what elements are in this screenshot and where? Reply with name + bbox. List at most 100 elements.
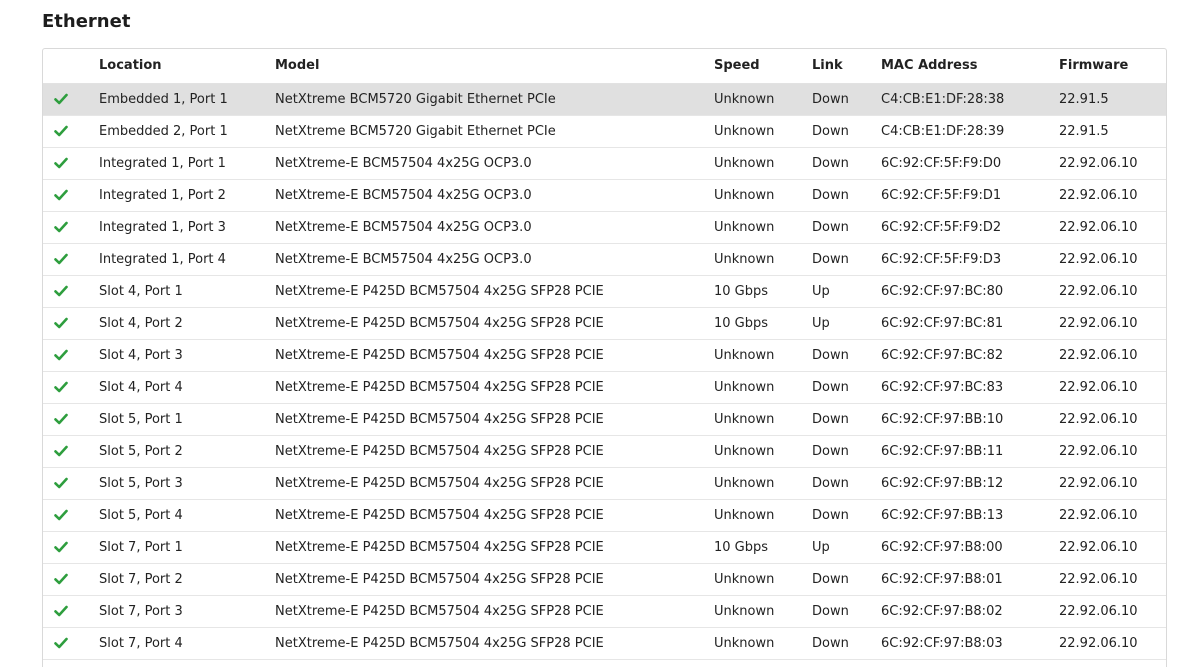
location-cell: Slot 7, Port 1 (99, 539, 183, 555)
link-cell: Down (812, 187, 849, 203)
table-row[interactable]: Embedded 2, Port 1 NetXtreme BCM5720 Giga… (43, 115, 1166, 147)
table-row[interactable]: Slot 7, Port 4 NetXtreme-E P425D BCM57504… (43, 627, 1166, 659)
header-model[interactable]: Model (275, 49, 714, 84)
location-cell: Slot 5, Port 2 (99, 443, 183, 459)
table-row[interactable]: Slot 5, Port 1 NetXtreme-E P425D BCM57504… (43, 403, 1166, 435)
link-cell: Down (812, 475, 849, 491)
mac-address-cell: 6C:92:CF:97:B8:02 (881, 603, 1003, 619)
speed-cell: Unknown (714, 187, 775, 203)
mac-address-cell: 6C:92:CF:5F:F9:D3 (881, 251, 1002, 267)
firmware-cell: 22.92.06.10 (1059, 539, 1138, 555)
check-icon (54, 156, 68, 170)
check-icon (54, 636, 68, 650)
check-icon (54, 220, 68, 234)
table-row[interactable]: Integrated 1, Port 2 NetXtreme-E BCM57504… (43, 179, 1166, 211)
location-cell: Integrated 1, Port 1 (99, 155, 226, 171)
header-speed[interactable]: Speed (714, 49, 812, 84)
firmware-cell: 22.92.06.10 (1059, 507, 1138, 523)
model-cell: NetXtreme-E P425D BCM57504 4x25G SFP28 P… (275, 379, 604, 395)
link-cell: Down (812, 123, 849, 139)
ethernet-table: Location Model Speed Link MAC Address Fi… (43, 49, 1166, 660)
table-row[interactable]: Slot 7, Port 2 NetXtreme-E P425D BCM57504… (43, 563, 1166, 595)
table-row[interactable]: Slot 5, Port 4 NetXtreme-E P425D BCM57504… (43, 499, 1166, 531)
status-cell (43, 147, 99, 179)
mac-address-cell: 6C:92:CF:97:BB:13 (881, 507, 1004, 523)
speed-cell: Unknown (714, 347, 775, 363)
table-header: Location Model Speed Link MAC Address Fi… (43, 49, 1166, 84)
firmware-cell: 22.92.06.10 (1059, 571, 1138, 587)
firmware-cell: 22.92.06.10 (1059, 379, 1138, 395)
check-icon (54, 284, 68, 298)
link-cell: Down (812, 251, 849, 267)
speed-cell: Unknown (714, 91, 775, 107)
link-cell: Down (812, 635, 849, 651)
header-status (43, 49, 99, 84)
location-cell: Slot 7, Port 2 (99, 571, 183, 587)
speed-cell: Unknown (714, 411, 775, 427)
location-cell: Slot 5, Port 4 (99, 507, 183, 523)
location-cell: Embedded 1, Port 1 (99, 91, 228, 107)
model-cell: NetXtreme-E P425D BCM57504 4x25G SFP28 P… (275, 507, 604, 523)
table-row[interactable]: Integrated 1, Port 3 NetXtreme-E BCM57504… (43, 211, 1166, 243)
table-row[interactable]: Slot 7, Port 1 NetXtreme-E P425D BCM57504… (43, 531, 1166, 563)
table-row[interactable]: Slot 7, Port 3 NetXtreme-E P425D BCM57504… (43, 595, 1166, 627)
model-cell: NetXtreme-E P425D BCM57504 4x25G SFP28 P… (275, 443, 604, 459)
ethernet-page: Ethernet Location Model Speed Link MAC A… (0, 0, 1191, 667)
status-cell (43, 627, 99, 659)
header-mac[interactable]: MAC Address (881, 49, 1059, 84)
status-cell (43, 243, 99, 275)
location-cell: Slot 7, Port 3 (99, 603, 183, 619)
location-cell: Integrated 1, Port 3 (99, 219, 226, 235)
speed-cell: 10 Gbps (714, 539, 769, 555)
mac-address-cell: C4:CB:E1:DF:28:38 (881, 91, 1005, 107)
table-row[interactable]: Slot 4, Port 2 NetXtreme-E P425D BCM57504… (43, 307, 1166, 339)
table-row[interactable]: Integrated 1, Port 4 NetXtreme-E BCM57504… (43, 243, 1166, 275)
speed-cell: Unknown (714, 379, 775, 395)
firmware-cell: 22.92.06.10 (1059, 155, 1138, 171)
section-title: Ethernet (42, 11, 131, 32)
check-icon (54, 572, 68, 586)
firmware-cell: 22.92.06.10 (1059, 443, 1138, 459)
model-cell: NetXtreme-E P425D BCM57504 4x25G SFP28 P… (275, 603, 604, 619)
firmware-cell: 22.92.06.10 (1059, 219, 1138, 235)
header-firmware[interactable]: Firmware (1059, 49, 1166, 84)
mac-address-cell: 6C:92:CF:97:BB:12 (881, 475, 1004, 491)
firmware-cell: 22.91.5 (1059, 123, 1109, 139)
table-row[interactable]: Slot 4, Port 3 NetXtreme-E P425D BCM57504… (43, 339, 1166, 371)
header-link[interactable]: Link (812, 49, 881, 84)
status-cell (43, 467, 99, 499)
link-cell: Up (812, 315, 830, 331)
mac-address-cell: 6C:92:CF:97:B8:00 (881, 539, 1003, 555)
firmware-cell: 22.92.06.10 (1059, 251, 1138, 267)
speed-cell: Unknown (714, 507, 775, 523)
table-row[interactable]: Slot 4, Port 1 NetXtreme-E P425D BCM57504… (43, 275, 1166, 307)
speed-cell: Unknown (714, 123, 775, 139)
table-row[interactable]: Slot 4, Port 4 NetXtreme-E P425D BCM57504… (43, 371, 1166, 403)
link-cell: Down (812, 571, 849, 587)
check-icon (54, 316, 68, 330)
table-row[interactable]: Integrated 1, Port 1 NetXtreme-E BCM57504… (43, 147, 1166, 179)
firmware-cell: 22.92.06.10 (1059, 347, 1138, 363)
table-body: Embedded 1, Port 1 NetXtreme BCM5720 Giga… (43, 83, 1166, 659)
location-cell: Integrated 1, Port 4 (99, 251, 226, 267)
model-cell: NetXtreme-E P425D BCM57504 4x25G SFP28 P… (275, 571, 604, 587)
table-row[interactable]: Embedded 1, Port 1 NetXtreme BCM5720 Giga… (43, 83, 1166, 115)
location-cell: Slot 4, Port 1 (99, 283, 183, 299)
link-cell: Down (812, 603, 849, 619)
speed-cell: Unknown (714, 603, 775, 619)
check-icon (54, 348, 68, 362)
link-cell: Down (812, 155, 849, 171)
check-icon (54, 412, 68, 426)
status-cell (43, 83, 99, 115)
table-row[interactable]: Slot 5, Port 3 NetXtreme-E P425D BCM57504… (43, 467, 1166, 499)
model-cell: NetXtreme BCM5720 Gigabit Ethernet PCIe (275, 91, 556, 107)
firmware-cell: 22.92.06.10 (1059, 187, 1138, 203)
status-cell (43, 179, 99, 211)
check-icon (54, 476, 68, 490)
location-cell: Slot 4, Port 3 (99, 347, 183, 363)
check-icon (54, 508, 68, 522)
mac-address-cell: 6C:92:CF:5F:F9:D0 (881, 155, 1002, 171)
mac-address-cell: C4:CB:E1:DF:28:39 (881, 123, 1005, 139)
header-location[interactable]: Location (99, 49, 275, 84)
table-row[interactable]: Slot 5, Port 2 NetXtreme-E P425D BCM57504… (43, 435, 1166, 467)
